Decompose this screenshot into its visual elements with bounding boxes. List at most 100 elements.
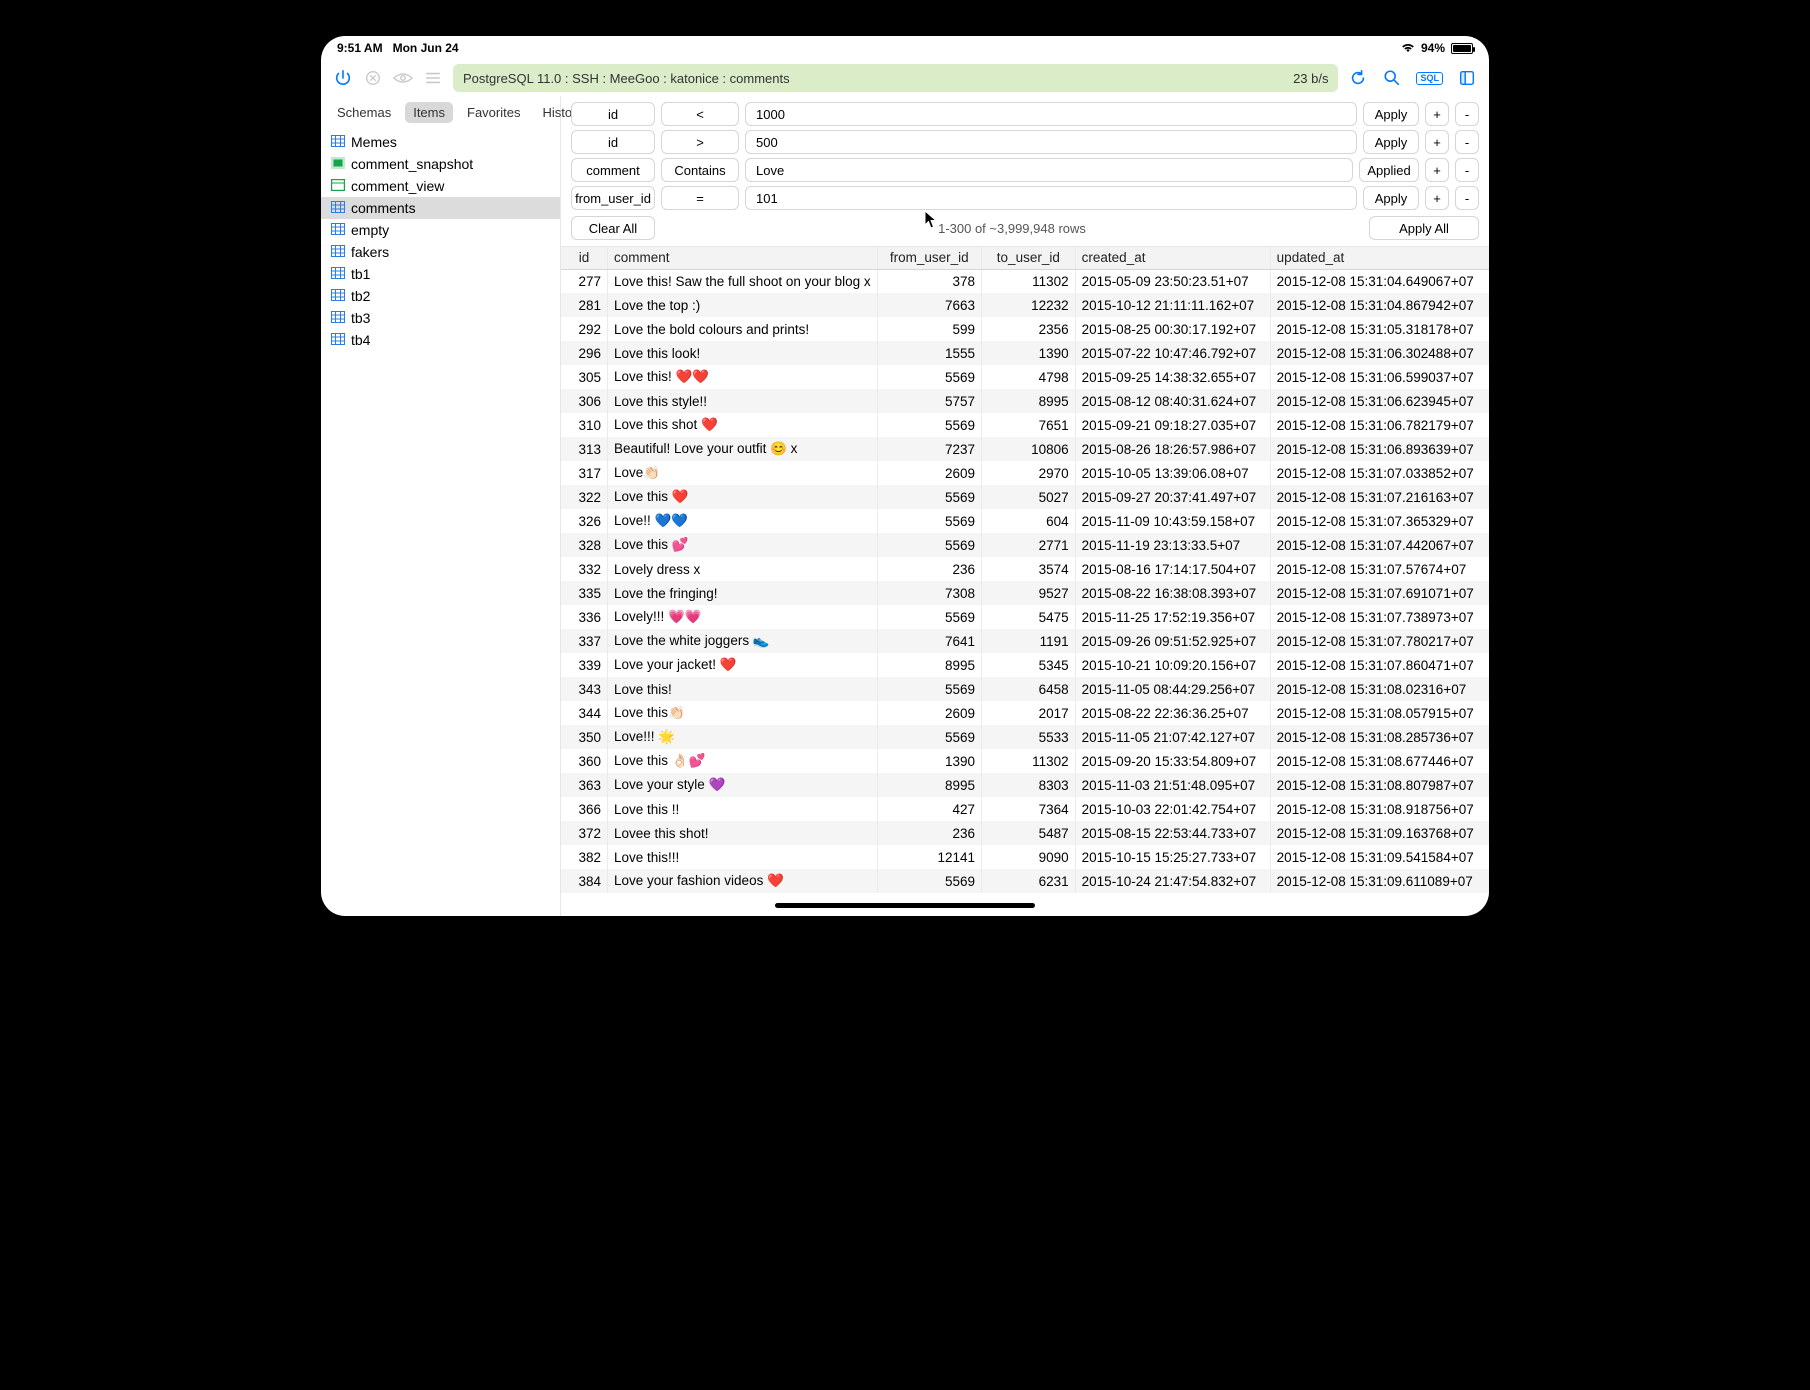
wifi-icon — [1401, 43, 1415, 53]
column-header-from_user_id[interactable]: from_user_id — [877, 247, 981, 269]
table-row[interactable]: 363Love your style 💜899583032015-11-03 2… — [561, 773, 1489, 797]
power-icon[interactable] — [333, 68, 353, 88]
table-row[interactable]: 372Lovee this shot!23654872015-08-15 22:… — [561, 821, 1489, 845]
filter-apply-button[interactable]: Apply — [1363, 130, 1419, 154]
refresh-icon[interactable] — [1348, 68, 1368, 88]
filter-remove-button[interactable]: - — [1455, 102, 1479, 126]
filter-remove-button[interactable]: - — [1455, 186, 1479, 210]
sql-icon[interactable]: SQL — [1416, 72, 1443, 85]
filter-apply-button[interactable]: Applied — [1359, 158, 1419, 182]
cell-to-user-id: 5533 — [981, 725, 1075, 749]
table-row[interactable]: 339Love your jacket! ❤️899553452015-10-2… — [561, 653, 1489, 677]
sidebar-item-label: empty — [351, 222, 389, 238]
sidebar-item-fakers[interactable]: fakers — [321, 241, 560, 263]
table-row[interactable]: 305Love this! ❤️❤️556947982015-09-25 14:… — [561, 365, 1489, 389]
sidebar-tab-schemas[interactable]: Schemas — [329, 102, 399, 123]
column-header-comment[interactable]: comment — [607, 247, 877, 269]
filter-column-select[interactable]: comment — [571, 158, 655, 182]
table-row[interactable]: 384Love your fashion videos ❤️5569623120… — [561, 869, 1489, 893]
sidebar-item-label: tb3 — [351, 310, 370, 326]
table-row[interactable]: 382Love this!!!1214190902015-10-15 15:25… — [561, 845, 1489, 869]
table-row[interactable]: 277Love this! Saw the full shoot on your… — [561, 269, 1489, 293]
clear-all-button[interactable]: Clear All — [571, 216, 655, 240]
sidebar-item-comment_view[interactable]: comment_view — [321, 175, 560, 197]
sidebar-item-tb2[interactable]: tb2 — [321, 285, 560, 307]
sidebar-item-comments[interactable]: comments — [321, 197, 560, 219]
cell-id: 322 — [561, 485, 607, 509]
filter-add-button[interactable]: + — [1425, 186, 1449, 210]
table-row[interactable]: 366Love this !!42773642015-10-03 22:01:4… — [561, 797, 1489, 821]
breadcrumb[interactable]: PostgreSQL 11.0 : SSH : MeeGoo : katonic… — [453, 64, 1338, 92]
filter-add-button[interactable]: + — [1425, 158, 1449, 182]
filter-remove-button[interactable]: - — [1455, 158, 1479, 182]
apply-all-button[interactable]: Apply All — [1369, 216, 1479, 240]
filter-operator-select[interactable]: Contains — [661, 158, 739, 182]
sidebar-item-Memes[interactable]: Memes — [321, 131, 560, 153]
filter-operator-select[interactable]: > — [661, 130, 739, 154]
filter-remove-button[interactable]: - — [1455, 130, 1479, 154]
table-row[interactable]: 360Love this 👌🏻💕1390113022015-09-20 15:3… — [561, 749, 1489, 773]
filter-value-input[interactable]: Love — [745, 158, 1353, 182]
filter-operator-select[interactable]: = — [661, 186, 739, 210]
cell-from-user-id: 5569 — [877, 869, 981, 893]
table-row[interactable]: 310Love this shot ❤️556976512015-09-21 0… — [561, 413, 1489, 437]
filter-column-select[interactable]: id — [571, 130, 655, 154]
cell-to-user-id: 1390 — [981, 341, 1075, 365]
search-icon[interactable] — [1382, 68, 1402, 88]
table-row[interactable]: 281Love the top :)7663122322015-10-12 21… — [561, 293, 1489, 317]
table-row[interactable]: 317 Love👏🏻260929702015-10-05 13:39:06.08… — [561, 461, 1489, 485]
sidebar-tab-items[interactable]: Items — [405, 102, 453, 123]
cell-from-user-id: 427 — [877, 797, 981, 821]
cell-comment: Beautiful! Love your outfit 😊 x — [607, 437, 877, 461]
table-row[interactable]: 322Love this ❤️556950272015-09-27 20:37:… — [561, 485, 1489, 509]
panels-icon[interactable] — [1457, 68, 1477, 88]
cell-from-user-id: 12141 — [877, 845, 981, 869]
table-row[interactable]: 296Love this look!155513902015-07-22 10:… — [561, 341, 1489, 365]
sidebar-item-tb1[interactable]: tb1 — [321, 263, 560, 285]
sidebar-item-tb4[interactable]: tb4 — [321, 329, 560, 351]
table-row[interactable]: 335Love the fringing!730895272015-08-22 … — [561, 581, 1489, 605]
filter-apply-button[interactable]: Apply — [1363, 186, 1419, 210]
cell-to-user-id: 2970 — [981, 461, 1075, 485]
table-row[interactable]: 336Lovely!!! 💗💗556954752015-11-25 17:52:… — [561, 605, 1489, 629]
filter-column-select[interactable]: from_user_id — [571, 186, 655, 210]
cell-to-user-id: 7364 — [981, 797, 1075, 821]
table-row[interactable]: 350Love!!! 🌟556955332015-11-05 21:07:42.… — [561, 725, 1489, 749]
sidebar-item-tb3[interactable]: tb3 — [321, 307, 560, 329]
cell-from-user-id: 1555 — [877, 341, 981, 365]
filter-value-input[interactable]: 500 — [745, 130, 1357, 154]
filter-add-button[interactable]: + — [1425, 130, 1449, 154]
list-icon[interactable] — [423, 68, 443, 88]
cell-id: 339 — [561, 653, 607, 677]
eye-icon[interactable] — [393, 68, 413, 88]
table-row[interactable]: 343Love this!556964582015-11-05 08:44:29… — [561, 677, 1489, 701]
column-header-created_at[interactable]: created_at — [1075, 247, 1270, 269]
sidebar-tab-favorites[interactable]: Favorites — [459, 102, 528, 123]
cell-id: 292 — [561, 317, 607, 341]
table-row[interactable]: 337Love the white joggers 👟764111912015-… — [561, 629, 1489, 653]
column-header-to_user_id[interactable]: to_user_id — [981, 247, 1075, 269]
sidebar-item-comment_snapshot[interactable]: comment_snapshot — [321, 153, 560, 175]
filter-column-select[interactable]: id — [571, 102, 655, 126]
filter-value-input[interactable]: 1000 — [745, 102, 1357, 126]
table-row[interactable]: 326Love!! 💙💙55696042015-11-09 10:43:59.1… — [561, 509, 1489, 533]
filter-apply-button[interactable]: Apply — [1363, 102, 1419, 126]
home-indicator[interactable] — [775, 903, 1035, 908]
column-header-id[interactable]: id — [561, 247, 607, 269]
table-row[interactable]: 292Love the bold colours and prints!5992… — [561, 317, 1489, 341]
cancel-icon[interactable] — [363, 68, 383, 88]
cell-created-at: 2015-09-20 15:33:54.809+07 — [1075, 749, 1270, 773]
table-row[interactable]: 328Love this 💕556927712015-11-19 23:13:3… — [561, 533, 1489, 557]
table-row[interactable]: 344Love this👏🏻260920172015-08-22 22:36:3… — [561, 701, 1489, 725]
filter-value-input[interactable]: 101 — [745, 186, 1357, 210]
filter-add-button[interactable]: + — [1425, 102, 1449, 126]
filter-operator-select[interactable]: < — [661, 102, 739, 126]
sidebar-item-empty[interactable]: empty — [321, 219, 560, 241]
cell-to-user-id: 8303 — [981, 773, 1075, 797]
cell-id: 296 — [561, 341, 607, 365]
table-row[interactable]: 313Beautiful! Love your outfit 😊 x723710… — [561, 437, 1489, 461]
cell-from-user-id: 7663 — [877, 293, 981, 317]
table-row[interactable]: 332Lovely dress x23635742015-08-16 17:14… — [561, 557, 1489, 581]
table-row[interactable]: 306Love this style!!575789952015-08-12 0… — [561, 389, 1489, 413]
column-header-updated_at[interactable]: updated_at — [1270, 247, 1489, 269]
